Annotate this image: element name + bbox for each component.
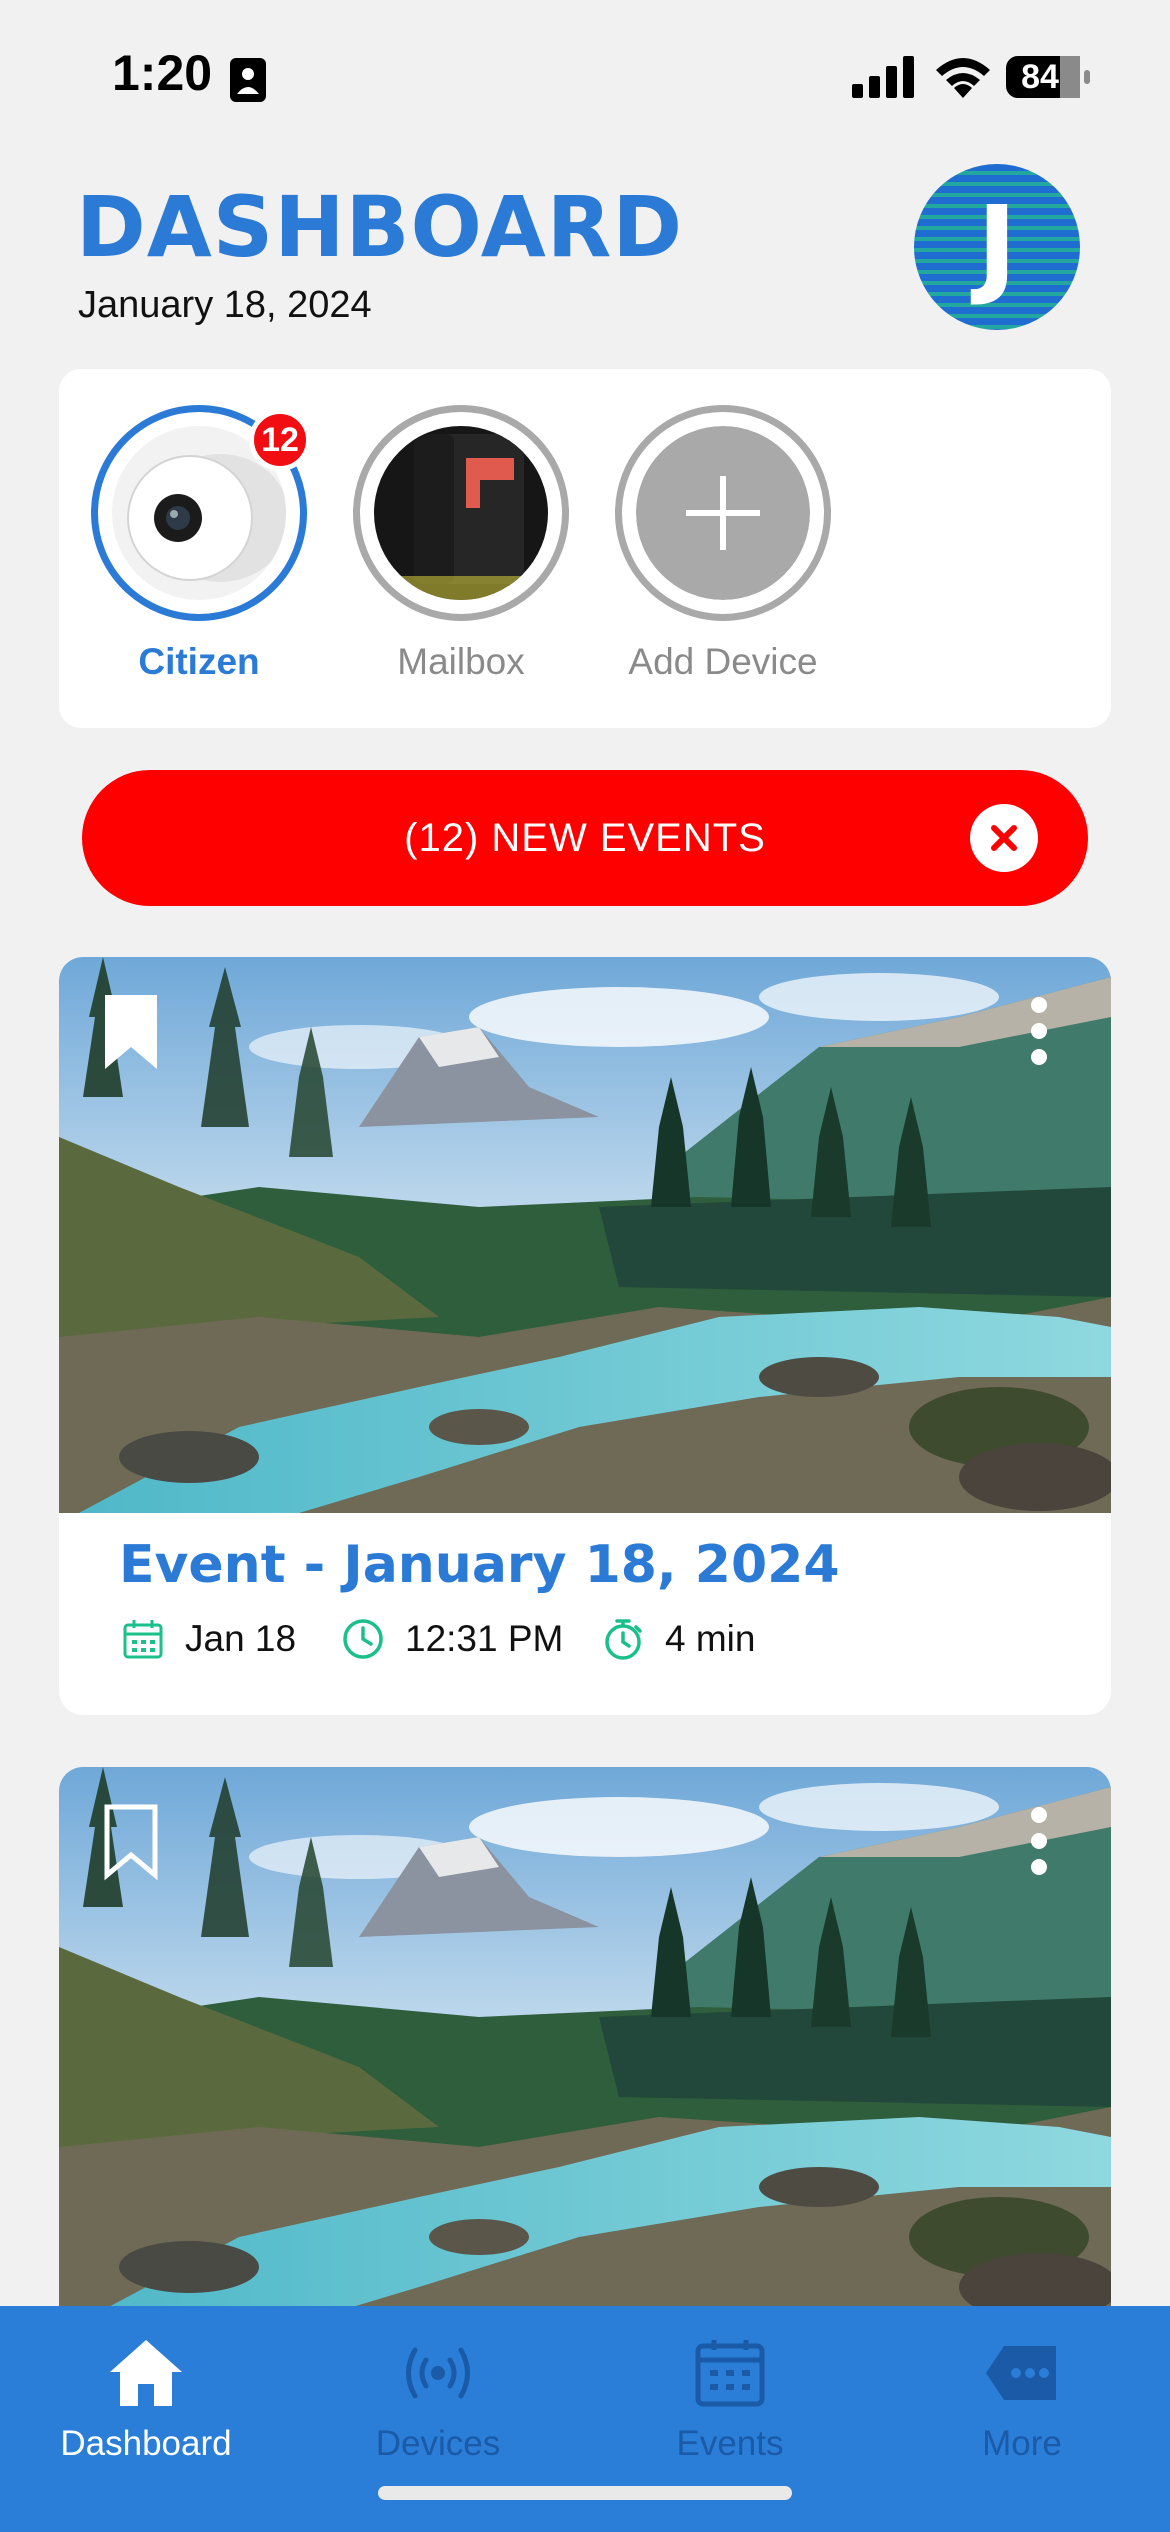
mailbox-device-icon: [374, 426, 548, 600]
home-icon: [110, 2340, 182, 2406]
status-time: 1:20: [112, 45, 213, 101]
more-options-icon[interactable]: [1027, 1805, 1051, 1877]
event-time-text: 12:31 PM: [405, 1618, 564, 1659]
device-citizen[interactable]: 12 Citizen: [91, 405, 311, 705]
banner-close-button[interactable]: [970, 804, 1038, 872]
device-label: Citizen: [138, 641, 260, 682]
tab-label: More: [982, 2424, 1062, 2463]
status-bar: 1:20 84: [0, 0, 1170, 150]
tab-label: Events: [676, 2424, 784, 2463]
page-title: DASHBOARD: [76, 178, 684, 276]
event-count-badge: 12: [249, 409, 311, 471]
event-thumbnail: [59, 957, 1111, 1513]
tab-dashboard[interactable]: Dashboard: [0, 2306, 292, 2466]
close-icon: [991, 825, 1017, 851]
device-ring: [353, 405, 569, 621]
event-duration: 4 min: [601, 1615, 755, 1663]
broadcast-icon: [406, 2347, 470, 2399]
tab-more[interactable]: More: [876, 2306, 1168, 2466]
battery-level: 84: [1021, 58, 1059, 96]
event-time: 12:31 PM: [341, 1615, 563, 1663]
event-title: Event - January 18, 2024: [119, 1535, 840, 1595]
bookmark-outline-icon[interactable]: [103, 1803, 159, 1881]
event-duration-text: 4 min: [665, 1618, 756, 1659]
bookmark-filled-icon[interactable]: [103, 993, 159, 1071]
device-mailbox[interactable]: Mailbox: [353, 405, 573, 705]
tab-label: Dashboard: [60, 2424, 232, 2463]
new-events-banner[interactable]: (12) NEW EVENTS: [82, 770, 1088, 906]
stopwatch-icon: [605, 1619, 642, 1660]
wifi-icon: [936, 58, 990, 98]
home-indicator: [378, 2486, 792, 2500]
event-card[interactable]: Event - January 18, 2024 Jan 18 12:31 PM…: [59, 957, 1111, 1715]
page-date: January 18, 2024: [78, 284, 372, 326]
more-tag-icon: [986, 2346, 1056, 2400]
event-thumbnail: [59, 1767, 1111, 2323]
avatar-initial: J: [976, 184, 1018, 309]
event-date: Jan 18: [121, 1615, 296, 1663]
device-label: Add Device: [628, 641, 818, 682]
more-options-icon[interactable]: [1027, 995, 1051, 1067]
focus-person-icon: [230, 58, 266, 102]
device-label: Mailbox: [397, 641, 525, 682]
tab-label: Devices: [375, 2424, 501, 2463]
clock-icon: [343, 1619, 383, 1659]
plus-icon: [636, 426, 810, 600]
devices-card: 12 Citizen Mailbox Add Device: [59, 369, 1111, 728]
event-date-text: Jan 18: [185, 1618, 297, 1659]
calendar-icon: [695, 2340, 765, 2407]
device-ring: [615, 405, 831, 621]
new-events-label: (12) NEW EVENTS: [404, 816, 766, 860]
calendar-icon: [123, 1620, 163, 1659]
add-device-button[interactable]: Add Device: [615, 405, 835, 705]
tab-devices[interactable]: Devices: [292, 2306, 584, 2466]
tab-events[interactable]: Events: [584, 2306, 876, 2466]
cellular-signal-icon: [852, 56, 914, 98]
avatar[interactable]: J: [914, 164, 1080, 330]
